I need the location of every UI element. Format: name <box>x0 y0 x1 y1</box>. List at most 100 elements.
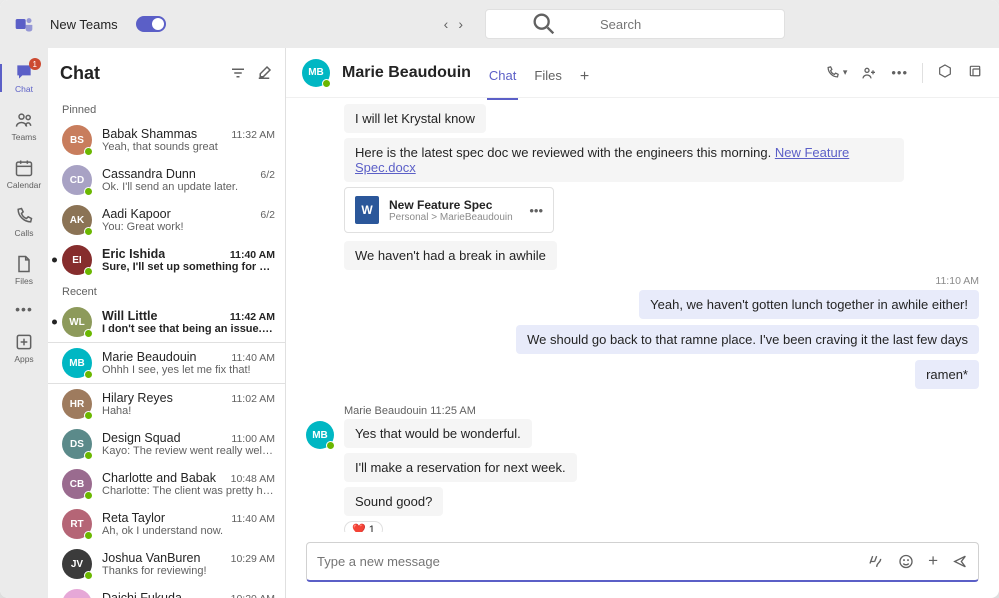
chat-preview: Thanks for reviewing! <box>102 565 275 577</box>
filter-icon[interactable] <box>229 64 247 82</box>
message-bubble[interactable]: Yeah, we haven't gotten lunch together i… <box>639 290 979 319</box>
avatar: BS <box>62 125 92 155</box>
tab-add[interactable]: + <box>578 68 591 100</box>
message-bubble[interactable]: I'll make a reservation for next week. <box>344 453 577 482</box>
tab-chat[interactable]: Chat <box>487 68 518 100</box>
app-rail: 1 Chat Teams Calendar Calls Files ••• <box>0 48 48 598</box>
presence-icon <box>84 329 93 338</box>
avatar: MB <box>62 348 92 378</box>
chat-item[interactable]: EIEric Ishida11:40 AMSure, I'll set up s… <box>48 240 285 280</box>
chat-item[interactable]: CBCharlotte and Babak10:48 AMCharlotte: … <box>48 464 285 504</box>
compose-input[interactable] <box>317 554 856 569</box>
people-icon <box>861 65 877 81</box>
chat-name: Eric Ishida <box>102 247 165 261</box>
avatar: RT <box>62 509 92 539</box>
presence-icon <box>84 451 93 460</box>
apps-icon <box>14 332 34 352</box>
chat-time: 11:02 AM <box>231 393 275 405</box>
compose-box[interactable]: + <box>306 542 979 582</box>
nav-back-icon[interactable]: ‹ <box>444 16 449 32</box>
file-more-icon[interactable]: ••• <box>529 203 543 218</box>
chat-item[interactable]: DSDesign Squad11:00 AMKayo: The review w… <box>48 424 285 464</box>
chat-preview: Sure, I'll set up something for next wee… <box>102 261 275 273</box>
avatar: HR <box>62 389 92 419</box>
message-bubble[interactable]: Yes that would be wonderful. <box>344 419 532 448</box>
presence-icon <box>84 531 93 540</box>
message-bubble[interactable]: We haven't had a break in awhile <box>344 241 557 270</box>
people-button[interactable] <box>861 65 877 81</box>
more-button[interactable]: ••• <box>891 65 908 80</box>
presence-icon <box>84 571 93 580</box>
search-input[interactable] <box>600 17 776 32</box>
files-icon <box>14 254 34 274</box>
chatlist-section-label: Recent <box>48 280 285 302</box>
format-icon[interactable] <box>868 552 884 571</box>
new-teams-toggle[interactable] <box>136 16 166 32</box>
chat-name: Hilary Reyes <box>102 391 173 405</box>
call-button[interactable]: ▾ <box>825 65 848 80</box>
send-icon[interactable] <box>952 552 968 571</box>
avatar: DF <box>62 589 92 598</box>
more-icon: ••• <box>15 301 33 317</box>
chat-time: 11:40 AM <box>231 352 275 364</box>
conversation-avatar[interactable]: MB <box>302 59 330 87</box>
search-box[interactable] <box>485 9 785 39</box>
search-icon <box>494 10 594 38</box>
calls-icon <box>14 206 34 226</box>
avatar: DS <box>62 429 92 459</box>
emoji-icon[interactable] <box>898 552 914 571</box>
presence-icon <box>84 267 93 276</box>
apprail-files[interactable]: Files <box>0 246 48 294</box>
apprail-chat[interactable]: 1 Chat <box>0 54 48 102</box>
popout-button[interactable] <box>967 63 983 82</box>
chat-list-panel: Chat PinnedBSBabak Shammas11:32 AMYeah, … <box>48 48 286 598</box>
chat-item[interactable]: HRHilary Reyes11:02 AMHaha! <box>48 384 285 424</box>
apprail-calls[interactable]: Calls <box>0 198 48 246</box>
chat-time: 11:00 AM <box>231 433 275 445</box>
chat-preview: Ah, ok I understand now. <box>102 525 275 537</box>
chat-time: 11:40 AM <box>230 249 275 261</box>
apprail-calendar[interactable]: Calendar <box>0 150 48 198</box>
chat-name: Cassandra Dunn <box>102 167 196 181</box>
chatlist-title: Chat <box>60 63 221 84</box>
presence-icon <box>84 411 93 420</box>
chat-name: Design Squad <box>102 431 181 445</box>
chat-item[interactable]: CDCassandra Dunn6/2Ok. I'll send an upda… <box>48 160 285 200</box>
message-author-time: Marie Beaudouin 11:25 AM <box>344 405 979 417</box>
chat-item[interactable]: AKAadi Kapoor6/2You: Great work! <box>48 200 285 240</box>
message-bubble[interactable]: Here is the latest spec doc we reviewed … <box>344 138 904 182</box>
chat-name: Charlotte and Babak <box>102 471 216 485</box>
message-bubble[interactable]: We should go back to that ramne place. I… <box>516 325 979 354</box>
new-chat-icon[interactable] <box>255 64 273 82</box>
popout-icon <box>967 63 983 79</box>
presence-icon <box>84 187 93 196</box>
chat-item[interactable]: BSBabak Shammas11:32 AMYeah, that sounds… <box>48 120 285 160</box>
tab-files[interactable]: Files <box>532 68 563 100</box>
chat-item[interactable]: MBMarie Beaudouin11:40 AMOhhh I see, yes… <box>48 342 285 384</box>
message-bubble[interactable]: I will let Krystal know <box>344 104 486 133</box>
reaction-pill[interactable]: ❤️1 <box>344 521 383 532</box>
chat-item[interactable]: DFDaichi Fukuda10:20 AMYou: Thank you!! <box>48 584 285 598</box>
message-bubble[interactable]: ramen* <box>915 360 979 389</box>
chat-name: Joshua VanBuren <box>102 551 200 565</box>
chat-time: 11:40 AM <box>231 513 275 525</box>
message-bubble[interactable]: Sound good? <box>344 487 443 516</box>
avatar: CB <box>62 469 92 499</box>
chat-preview: Ohhh I see, yes let me fix that! <box>102 364 275 376</box>
chat-name: Aadi Kapoor <box>102 207 171 221</box>
file-card[interactable]: W New Feature Spec Personal > MarieBeaud… <box>344 187 554 233</box>
chat-time: 6/2 <box>260 169 275 181</box>
attach-icon[interactable]: + <box>928 552 938 571</box>
apprail-teams[interactable]: Teams <box>0 102 48 150</box>
nav-forward-icon[interactable]: › <box>458 16 463 32</box>
apprail-more[interactable]: ••• <box>0 294 48 324</box>
avatar: CD <box>62 165 92 195</box>
apprail-apps[interactable]: Apps <box>0 324 48 372</box>
hexagon-icon <box>937 63 953 79</box>
chat-item[interactable]: JVJoshua VanBuren10:29 AMThanks for revi… <box>48 544 285 584</box>
avatar[interactable]: MB <box>306 421 334 449</box>
copilot-button[interactable] <box>937 63 953 82</box>
chat-time: 10:20 AM <box>231 593 275 598</box>
chat-item[interactable]: RTReta Taylor11:40 AMAh, ok I understand… <box>48 504 285 544</box>
chat-item[interactable]: WLWill Little11:42 AMI don't see that be… <box>48 302 285 342</box>
